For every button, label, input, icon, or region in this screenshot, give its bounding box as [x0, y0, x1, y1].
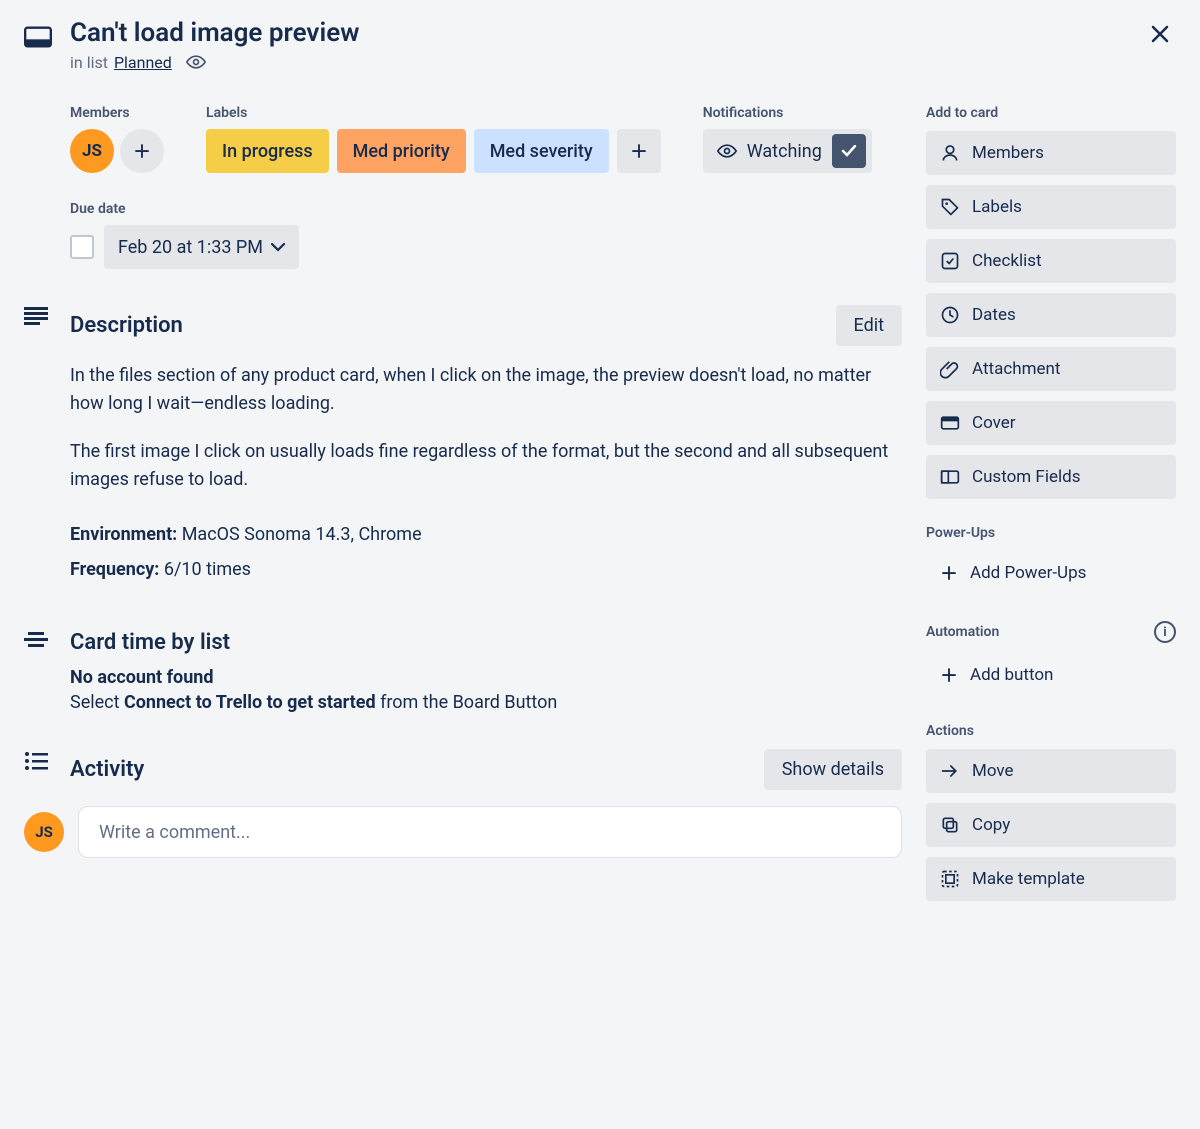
activity-heading: Activity	[70, 757, 144, 782]
clock-icon	[940, 305, 960, 325]
add-label-button[interactable]	[617, 129, 661, 173]
close-icon[interactable]	[1144, 18, 1176, 55]
description-body[interactable]: In the files section of any product card…	[70, 362, 902, 580]
due-date-checkbox[interactable]	[70, 235, 94, 259]
add-to-card-heading: Add to card	[926, 105, 1176, 121]
due-date-button[interactable]: Feb 20 at 1:33 PM	[104, 225, 299, 269]
arrow-right-icon	[940, 763, 960, 779]
person-icon	[940, 143, 960, 163]
activity-icon	[24, 751, 52, 790]
paperclip-icon	[940, 359, 960, 379]
plus-icon	[940, 564, 958, 582]
due-date-text: Feb 20 at 1:33 PM	[118, 237, 263, 258]
add-automation-button[interactable]: Add button	[926, 653, 1176, 697]
copy-icon	[940, 815, 960, 835]
automation-heading: Automation	[926, 624, 999, 640]
watching-check-icon	[832, 134, 866, 168]
comment-avatar[interactable]: JS	[24, 812, 64, 852]
sidebar-checklist-button[interactable]: Checklist	[926, 239, 1176, 283]
card-list-info: in list Planned	[70, 53, 1144, 73]
checklist-icon	[940, 251, 960, 271]
add-member-button[interactable]	[120, 129, 164, 173]
members-heading: Members	[70, 105, 164, 121]
plus-icon	[940, 666, 958, 684]
card-time-no-account: No account found	[70, 667, 902, 688]
automation-info-icon[interactable]: i	[1154, 621, 1176, 643]
description-heading: Description	[70, 313, 183, 338]
label-chip-in-progress[interactable]: In progress	[206, 129, 329, 173]
chevron-down-icon	[271, 243, 285, 252]
comment-input[interactable]: Write a comment...	[78, 806, 902, 858]
members-block: Members JS	[70, 105, 164, 173]
notifications-heading: Notifications	[703, 105, 872, 121]
sidebar-copy-button[interactable]: Copy	[926, 803, 1176, 847]
description-paragraph: In the files section of any product card…	[70, 362, 902, 418]
card-time-heading: Card time by list	[70, 630, 230, 655]
powerups-heading: Power-Ups	[926, 525, 1176, 541]
description-frequency: Frequency: 6/10 times	[70, 559, 902, 580]
tag-icon	[940, 197, 960, 217]
notifications-block: Notifications Watching	[703, 105, 872, 173]
label-chip-med-priority[interactable]: Med priority	[337, 129, 466, 173]
actions-heading: Actions	[926, 723, 1176, 739]
sidebar-dates-button[interactable]: Dates	[926, 293, 1176, 337]
eye-icon	[717, 144, 737, 158]
in-list-prefix: in list	[70, 53, 108, 72]
watching-button[interactable]: Watching	[703, 129, 872, 173]
watching-eye-icon	[186, 54, 206, 73]
add-powerups-button[interactable]: Add Power-Ups	[926, 551, 1176, 595]
show-details-button[interactable]: Show details	[764, 749, 902, 790]
custom-fields-icon	[940, 469, 960, 485]
card-title[interactable]: Can't load image preview	[70, 18, 1144, 49]
watching-label: Watching	[747, 141, 822, 162]
sidebar-members-button[interactable]: Members	[926, 131, 1176, 175]
list-name-link[interactable]: Planned	[114, 53, 172, 72]
due-date-heading: Due date	[70, 201, 299, 217]
sidebar-attachment-button[interactable]: Attachment	[926, 347, 1176, 391]
sidebar-labels-button[interactable]: Labels	[926, 185, 1176, 229]
due-date-block: Due date Feb 20 at 1:33 PM	[70, 201, 299, 269]
edit-description-button[interactable]: Edit	[836, 305, 902, 346]
card-icon	[24, 26, 52, 52]
template-icon	[940, 869, 960, 889]
card-time-hint: Select Connect to Trello to get started …	[70, 692, 902, 713]
description-icon	[24, 307, 52, 594]
card-time-icon	[24, 632, 52, 713]
sidebar-cover-button[interactable]: Cover	[926, 401, 1176, 445]
sidebar-custom-fields-button[interactable]: Custom Fields	[926, 455, 1176, 499]
description-environment: Environment: MacOS Sonoma 14.3, Chrome	[70, 524, 902, 545]
comment-placeholder: Write a comment...	[99, 822, 250, 843]
label-chip-med-severity[interactable]: Med severity	[474, 129, 609, 173]
member-avatar[interactable]: JS	[70, 129, 114, 173]
labels-heading: Labels	[206, 105, 661, 121]
sidebar-move-button[interactable]: Move	[926, 749, 1176, 793]
labels-block: Labels In progress Med priority Med seve…	[206, 105, 661, 173]
description-paragraph: The first image I click on usually loads…	[70, 438, 902, 494]
cover-icon	[940, 415, 960, 431]
sidebar-make-template-button[interactable]: Make template	[926, 857, 1176, 901]
